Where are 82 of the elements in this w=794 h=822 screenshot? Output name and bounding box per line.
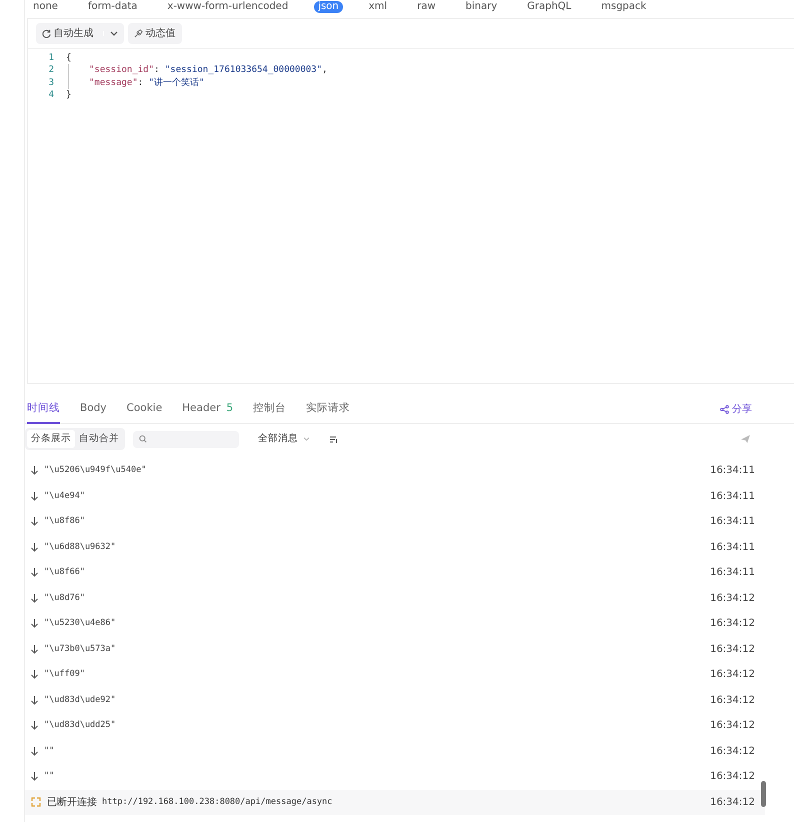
search-icon: [139, 435, 147, 443]
body-type-tab[interactable]: none: [29, 1, 62, 13]
line-number: 2: [48, 64, 55, 77]
view-mode-option[interactable]: 分条展示: [27, 430, 75, 448]
body-type-tab[interactable]: raw: [413, 1, 440, 13]
generate-button[interactable]: 自动生成: [36, 23, 124, 44]
message-text: "\u8f66": [44, 566, 85, 580]
timestamp: 16:34:11: [710, 490, 756, 504]
message-text: "\u4e94": [44, 490, 85, 503]
down-arrow-icon: [31, 568, 38, 578]
down-arrow-icon: [31, 619, 38, 628]
filter-dropdown[interactable]: 全部消息: [252, 430, 316, 448]
timestamp: 16:34:11: [710, 540, 756, 555]
timestamp: 16:34:12: [710, 642, 756, 657]
share-button[interactable]: 分享: [714, 401, 758, 418]
message-text: "": [44, 770, 54, 784]
timestamp: 16:34:11: [710, 464, 756, 478]
line-number: 1: [48, 52, 55, 64]
line-number: 3: [48, 76, 55, 89]
message-text: "": [44, 744, 54, 758]
caret-icon: [303, 437, 310, 441]
timestamp: 16:34:12: [710, 592, 756, 606]
search-field[interactable]: [133, 430, 239, 448]
down-arrow-icon: [31, 696, 38, 705]
response-tab[interactable]: Header 5: [182, 396, 234, 424]
message-text: "\uff09": [44, 668, 85, 682]
response-tab[interactable]: Cookie: [126, 396, 162, 424]
status-text: 已断开连接: [47, 796, 97, 810]
disconnect-icon: [31, 797, 41, 808]
down-arrow-icon: [31, 492, 38, 501]
down-arrow-icon: [31, 772, 38, 782]
down-arrow-icon: [31, 517, 38, 526]
header-count: 5: [226, 402, 234, 414]
down-arrow-icon: [31, 644, 38, 654]
down-arrow-icon: [31, 670, 38, 680]
line-number: 4: [48, 88, 55, 102]
timestamp: 16:34:12: [710, 617, 756, 632]
message-text: "\ud83d\udd25": [44, 719, 116, 732]
down-arrow-icon: [31, 466, 38, 476]
message-text: "\u6d88\u9632": [44, 540, 116, 554]
dynamic-value-button[interactable]: 动态值: [128, 23, 182, 44]
timestamp: 16:34:12: [710, 744, 756, 759]
response-tab[interactable]: 实际请求: [306, 396, 350, 424]
share-icon: [720, 405, 729, 414]
timestamp: 16:34:12: [710, 770, 756, 784]
timestamp: 16:34:12: [710, 694, 756, 708]
response-tab[interactable]: 控制台: [253, 396, 286, 424]
url-text: http://192.168.100.238:8080/api/message/async: [102, 796, 332, 809]
refresh-icon: [42, 29, 51, 38]
message-text: "\u5206\u949f\u540e": [44, 464, 146, 478]
sort-icon[interactable]: [330, 436, 338, 442]
down-arrow-icon: [31, 746, 38, 756]
timestamp: 16:34:11: [710, 566, 756, 580]
message-text: "\ud83d\ude92": [44, 694, 116, 707]
code-line: {: [66, 52, 72, 64]
timestamp: 16:34:12: [710, 668, 756, 682]
down-arrow-icon: [31, 542, 38, 552]
body-type-tab[interactable]: form-data: [84, 1, 142, 13]
timestamp: 16:34:12: [710, 719, 756, 734]
body-type-tab[interactable]: GraphQL: [523, 1, 576, 13]
timestamp: 16:34:11: [710, 515, 756, 530]
body-type-tab[interactable]: msgpack: [597, 1, 650, 13]
caret-icon: [110, 31, 118, 36]
body-type-tab[interactable]: xml: [364, 1, 392, 13]
timestamp: 16:34:12: [710, 796, 756, 810]
response-tab[interactable]: 时间线: [27, 396, 60, 424]
pin-icon: [134, 29, 142, 38]
code-line: "session_id": "session_1761033654_00000003",: [68, 64, 328, 77]
scrollbar-thumb[interactable]: [761, 781, 766, 807]
body-type-tab[interactable]: x-www-form-urlencoded: [163, 1, 292, 13]
body-type-tab[interactable]: binary: [462, 1, 502, 13]
view-mode-option[interactable]: 自动合并: [75, 430, 123, 448]
message-text: "\u8f86": [44, 515, 85, 528]
message-text: "\u73b0\u573a": [44, 642, 116, 656]
code-line: "message": "讲一个笑话": [68, 76, 204, 89]
message-text: "\u5230\u4e86": [44, 617, 116, 630]
down-arrow-icon: [31, 721, 38, 730]
body-type-tab[interactable]: json: [314, 1, 343, 13]
message-text: "\u8d76": [44, 592, 85, 605]
response-tab[interactable]: Body: [80, 396, 107, 424]
code-line: }: [66, 88, 72, 102]
down-arrow-icon: [31, 594, 38, 603]
